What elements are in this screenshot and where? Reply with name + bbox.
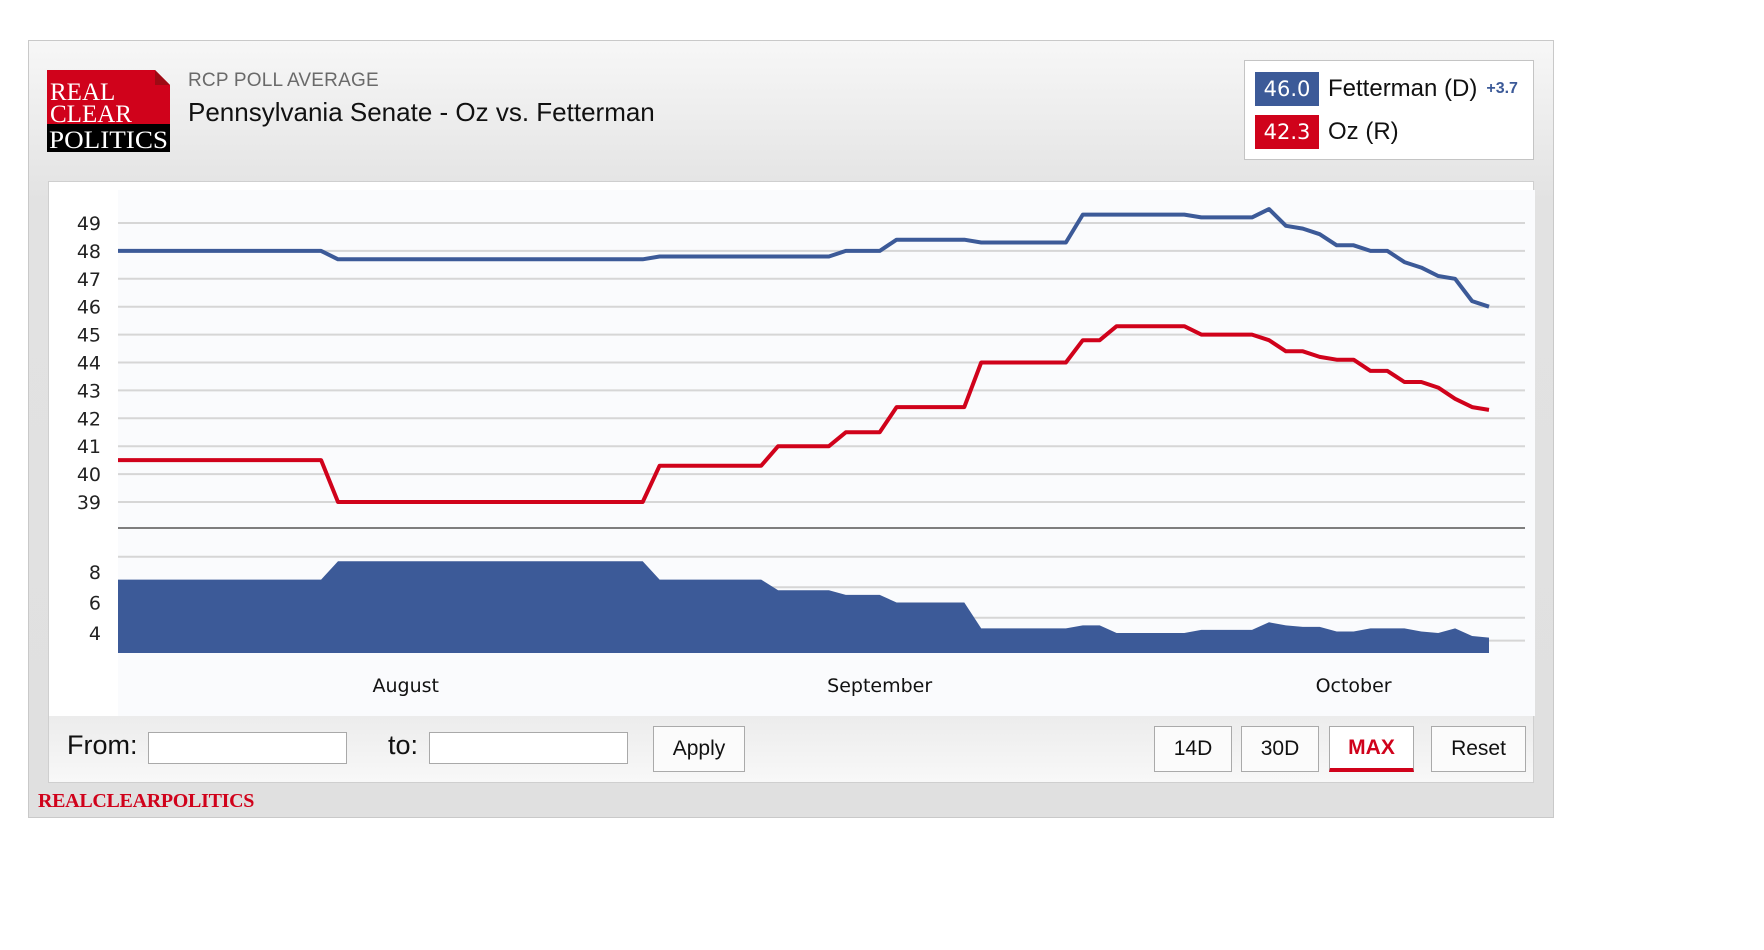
from-label: From: bbox=[67, 730, 138, 760]
x-tick-label-october: October bbox=[1316, 675, 1392, 697]
x-tick-label-august: August bbox=[372, 675, 439, 697]
rcp-logo[interactable]: REAL CLEAR POLITICS bbox=[47, 70, 170, 152]
y-tick-label: 47 bbox=[77, 269, 101, 291]
y-tick-label: 44 bbox=[77, 353, 101, 375]
apply-button[interactable]: Apply bbox=[653, 726, 745, 772]
legend-name-oz: Oz (R) bbox=[1328, 118, 1399, 145]
plot-card: 39 40 41 42 43 44 45 46 47 48 49 4 6 8 August September… bbox=[48, 181, 1535, 718]
logo-line2: CLEAR bbox=[50, 101, 132, 128]
y-tick-label: 43 bbox=[77, 380, 101, 402]
chart-title: Pennsylvania Senate - Oz vs. Fetterman bbox=[188, 97, 655, 127]
chart-subtitle: RCP POLL AVERAGE bbox=[188, 70, 379, 91]
y-tick-label: 42 bbox=[77, 408, 101, 430]
range-max-button[interactable]: MAX bbox=[1329, 726, 1414, 772]
to-date-input[interactable] bbox=[429, 732, 628, 764]
y-tick-label: 49 bbox=[77, 213, 101, 235]
poll-chart[interactable]: 3940414243444546474849468August September… bbox=[49, 182, 1535, 718]
spread-y-tick-label: 6 bbox=[89, 593, 101, 615]
reset-button[interactable]: Reset bbox=[1431, 726, 1526, 772]
footer-brand[interactable]: REALCLEARPOLITICS bbox=[38, 790, 254, 813]
spread-y-tick-label: 8 bbox=[89, 562, 101, 584]
legend-box: 46.0 Fetterman (D) +3.7 42.3 Oz (R) bbox=[1244, 60, 1534, 160]
logo-fold bbox=[155, 70, 170, 85]
y-tick-label: 40 bbox=[77, 464, 101, 486]
y-tick-label: 41 bbox=[77, 436, 101, 458]
logo-line3: POLITICS bbox=[49, 127, 168, 152]
y-tick-label: 46 bbox=[77, 297, 101, 319]
y-tick-label: 48 bbox=[77, 241, 101, 263]
range-14d-button[interactable]: 14D bbox=[1154, 726, 1232, 772]
x-tick-label-september: September bbox=[827, 675, 932, 697]
legend-value-fetterman: 46.0 bbox=[1255, 72, 1319, 106]
legend-value-oz: 42.3 bbox=[1255, 115, 1319, 149]
legend-item-fetterman: 46.0 Fetterman (D) +3.7 bbox=[1255, 72, 1518, 106]
legend-spread-badge: +3.7 bbox=[1486, 80, 1518, 97]
y-tick-label: 39 bbox=[77, 492, 101, 514]
legend-item-oz: 42.3 Oz (R) bbox=[1255, 115, 1399, 149]
from-date-input[interactable] bbox=[148, 732, 347, 764]
legend-name-fetterman: Fetterman (D) bbox=[1328, 75, 1478, 102]
date-range-controls: From: to: Apply 14D 30D MAX Reset bbox=[48, 716, 1534, 783]
to-label: to: bbox=[388, 730, 419, 760]
spread-y-tick-label: 4 bbox=[89, 623, 101, 645]
y-tick-label: 45 bbox=[77, 325, 101, 347]
range-30d-button[interactable]: 30D bbox=[1241, 726, 1319, 772]
